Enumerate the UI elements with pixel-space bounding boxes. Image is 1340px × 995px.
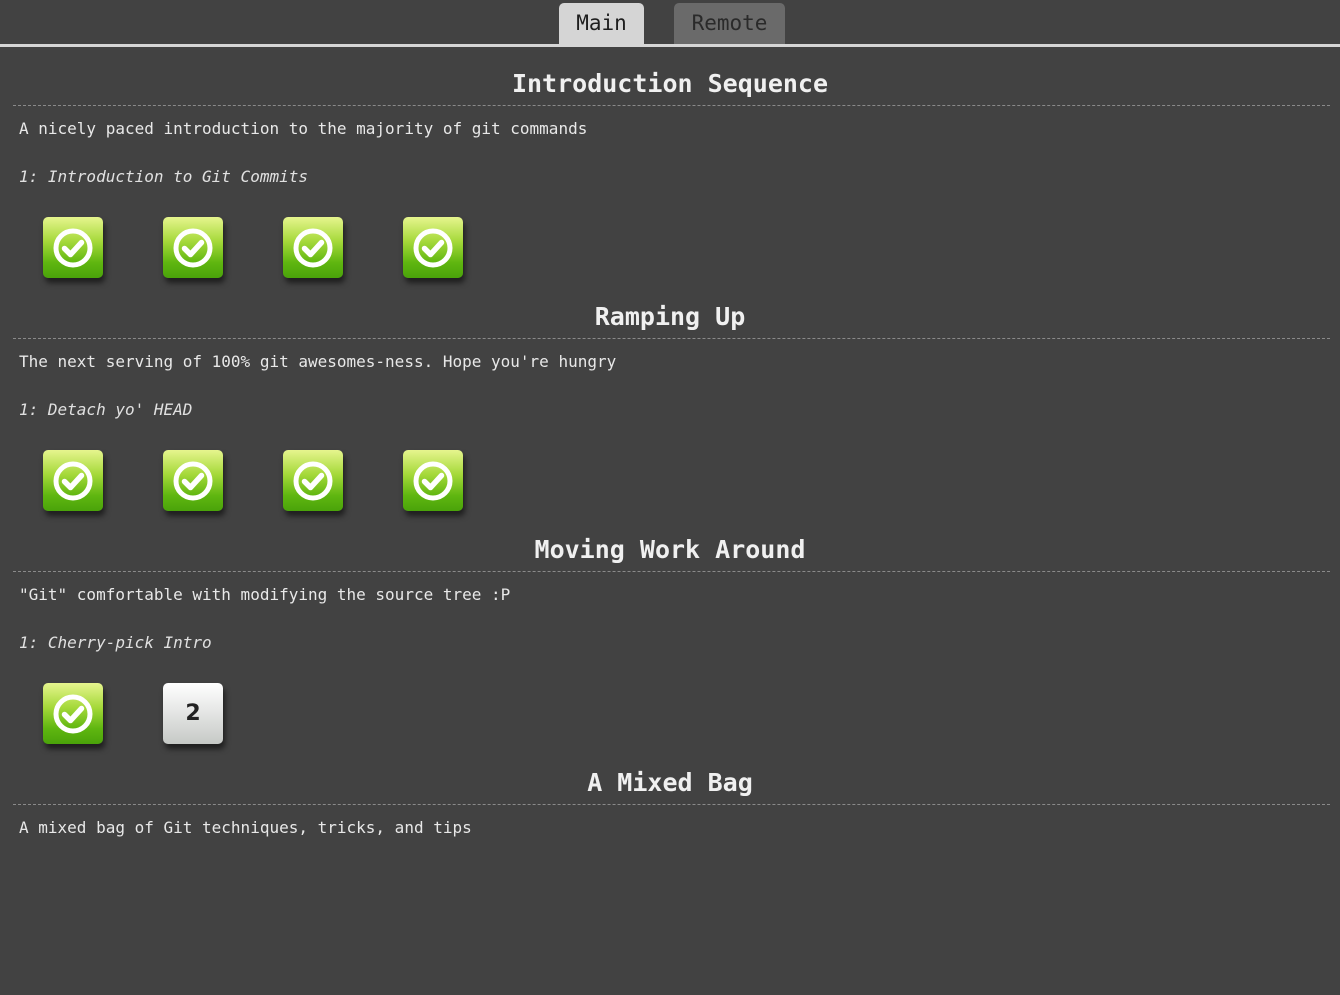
level-button-2[interactable] bbox=[163, 217, 223, 278]
sequence-divider bbox=[13, 105, 1330, 106]
tab-main[interactable]: Main bbox=[559, 3, 644, 44]
level-name: 1: Cherry-pick Intro bbox=[19, 633, 212, 652]
tab-remote[interactable]: Remote bbox=[674, 3, 785, 44]
check-circle-icon bbox=[53, 461, 93, 501]
level-button-2[interactable]: 2 bbox=[163, 683, 223, 744]
sequence-title: Moving Work Around bbox=[534, 535, 806, 564]
check-circle-icon bbox=[293, 461, 333, 501]
level-button-4[interactable] bbox=[403, 217, 463, 278]
sequence-description: The next serving of 100% git awesomes-ne… bbox=[19, 352, 617, 371]
sequence-divider bbox=[13, 571, 1330, 572]
check-circle-icon bbox=[413, 228, 453, 268]
level-button-1[interactable] bbox=[43, 217, 103, 278]
check-circle-icon bbox=[173, 461, 213, 501]
sequence-description: "Git" comfortable with modifying the sou… bbox=[19, 585, 511, 604]
check-circle-icon bbox=[53, 228, 93, 268]
sequence-title: Ramping Up bbox=[594, 302, 746, 331]
tab-bar: Main Remote bbox=[0, 0, 1340, 47]
sequence-moving-work-around: Moving Work Around "Git" comfortable with… bbox=[0, 532, 1340, 762]
sequence-title: Introduction Sequence bbox=[511, 69, 829, 98]
check-circle-icon bbox=[293, 228, 333, 268]
sequence-divider bbox=[13, 804, 1330, 805]
sequence-divider bbox=[13, 338, 1330, 339]
level-button-4[interactable] bbox=[403, 450, 463, 511]
sequence-description: A mixed bag of Git techniques, tricks, a… bbox=[19, 818, 472, 837]
check-circle-icon bbox=[173, 228, 213, 268]
sequence-ramping-up: Ramping Up The next serving of 100% git a… bbox=[0, 299, 1340, 529]
level-button-1[interactable] bbox=[43, 683, 103, 744]
level-number: 2 bbox=[185, 701, 201, 726]
sequence-description: A nicely paced introduction to the major… bbox=[19, 119, 588, 138]
sequence-introduction-sequence: Introduction Sequence A nicely paced intr… bbox=[0, 66, 1340, 296]
check-circle-icon bbox=[53, 694, 93, 734]
sequence-title: A Mixed Bag bbox=[587, 768, 753, 797]
level-button-3[interactable] bbox=[283, 450, 343, 511]
level-button-1[interactable] bbox=[43, 450, 103, 511]
check-circle-icon bbox=[413, 461, 453, 501]
sequence-a-mixed-bag: A Mixed Bag A mixed bag of Git techniques… bbox=[0, 765, 1340, 995]
level-button-3[interactable] bbox=[283, 217, 343, 278]
level-name: 1: Introduction to Git Commits bbox=[19, 167, 308, 186]
level-name: 1: Detach yo' HEAD bbox=[19, 400, 193, 419]
level-button-2[interactable] bbox=[163, 450, 223, 511]
